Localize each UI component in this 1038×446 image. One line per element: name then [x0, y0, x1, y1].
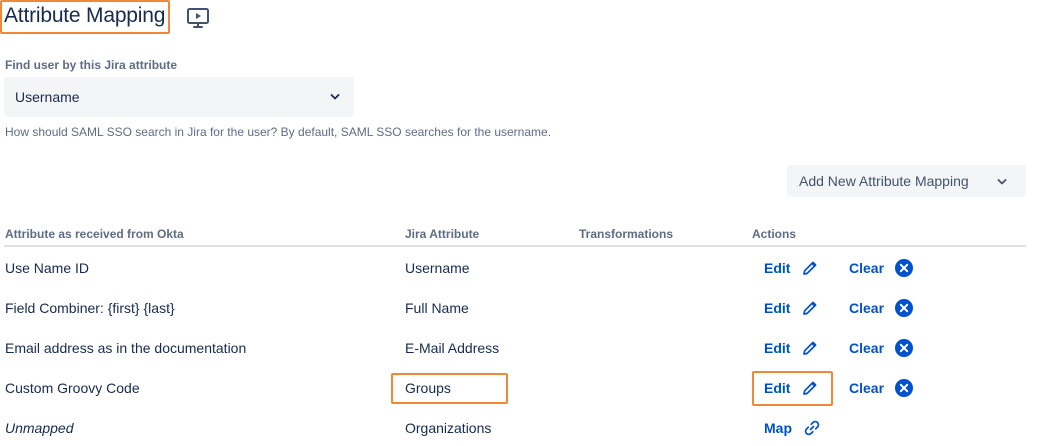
clear-link[interactable]: Clear	[849, 340, 884, 356]
column-header-actions: Actions	[752, 227, 797, 241]
column-header-transformations: Transformations	[579, 227, 674, 241]
edit-link[interactable]: Edit	[764, 380, 790, 396]
row-source: Use Name ID	[5, 260, 90, 276]
column-header-jira-attribute: Jira Attribute	[405, 227, 480, 241]
row-source: Email address as in the documentation	[5, 340, 247, 356]
edit-link[interactable]: Edit	[764, 260, 790, 276]
row-source: Field Combiner: {first} {last}	[5, 300, 175, 316]
pencil-icon[interactable]	[801, 379, 819, 397]
row-jira-attribute: Groups	[405, 380, 451, 396]
page-title: Attribute Mapping	[4, 4, 166, 27]
presentation-play-icon[interactable]	[186, 6, 210, 30]
edit-link[interactable]: Edit	[764, 300, 790, 316]
pencil-icon[interactable]	[801, 259, 819, 277]
add-new-attribute-mapping-button[interactable]: Add New Attribute Mapping	[787, 165, 1026, 197]
column-header-source: Attribute as received from Okta	[5, 227, 184, 241]
row-jira-attribute: E-Mail Address	[405, 340, 500, 356]
table-header-divider	[4, 245, 1026, 247]
chevron-down-icon	[330, 94, 340, 100]
lookup-selected-value: Username	[15, 89, 80, 105]
edit-link[interactable]: Edit	[764, 340, 790, 356]
row-jira-attribute: Full Name	[405, 300, 469, 316]
lookup-attribute-select[interactable]: Username	[4, 77, 354, 117]
row-source: Custom Groovy Code	[5, 380, 140, 396]
close-circle-icon[interactable]	[895, 379, 913, 397]
clear-link[interactable]: Clear	[849, 300, 884, 316]
close-circle-icon[interactable]	[895, 299, 913, 317]
clear-link[interactable]: Clear	[849, 380, 884, 396]
pencil-icon[interactable]	[801, 299, 819, 317]
clear-link[interactable]: Clear	[849, 260, 884, 276]
close-circle-icon[interactable]	[895, 259, 913, 277]
chevron-down-icon	[997, 179, 1007, 185]
lookup-help-text: How should SAML SSO search in Jira for t…	[5, 125, 552, 139]
row-jira-attribute: Username	[405, 260, 470, 276]
map-link[interactable]: Map	[764, 420, 792, 436]
row-jira-attribute: Organizations	[405, 420, 492, 436]
close-circle-icon[interactable]	[895, 339, 913, 357]
pencil-icon[interactable]	[801, 339, 819, 357]
add-button-label: Add New Attribute Mapping	[799, 173, 969, 189]
row-source: Unmapped	[5, 420, 74, 436]
link-icon[interactable]	[803, 419, 821, 437]
lookup-field-label: Find user by this Jira attribute	[5, 58, 178, 72]
